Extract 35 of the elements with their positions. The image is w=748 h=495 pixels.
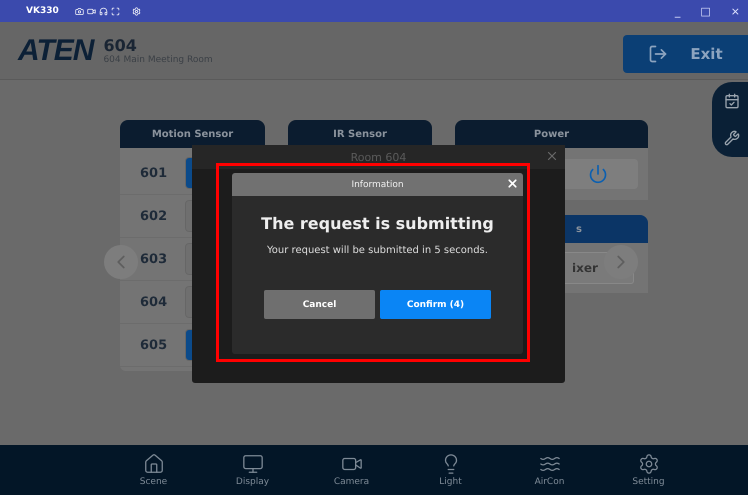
room-label: 604 xyxy=(140,294,168,310)
cancel-button[interactable]: Cancel xyxy=(264,290,375,319)
card-header: Power xyxy=(455,120,648,148)
close-icon[interactable] xyxy=(506,177,519,190)
nav-item[interactable]: AirCon xyxy=(500,445,599,495)
window-control[interactable]: □ xyxy=(700,4,711,18)
monitor-icon xyxy=(242,453,264,475)
nav-item[interactable]: Display xyxy=(203,445,302,495)
nav-item[interactable]: Light xyxy=(401,445,500,495)
room-label: 603 xyxy=(140,252,168,266)
exit-button[interactable]: Exit xyxy=(623,35,748,73)
exit-icon xyxy=(648,44,668,64)
dialog-message: Your request will be submitted in 5 seconds. xyxy=(267,245,488,256)
video-icon[interactable] xyxy=(86,6,96,16)
fullscreen-icon[interactable] xyxy=(110,6,120,16)
power-icon xyxy=(588,164,608,184)
card-header: Motion Sensor xyxy=(120,120,265,148)
home-icon xyxy=(142,453,164,475)
room-label: 602 xyxy=(140,208,168,224)
nav-item[interactable]: Setting xyxy=(599,445,698,495)
nav-item[interactable]: Camera xyxy=(302,445,401,495)
window-control[interactable]: _ xyxy=(674,4,680,18)
room-label: 605 xyxy=(140,338,168,352)
window-control[interactable]: × xyxy=(730,4,740,18)
nav-item[interactable]: Scene xyxy=(104,445,203,495)
dialog-title: Information xyxy=(351,180,404,190)
room-label: 601 xyxy=(140,166,168,180)
room-number: 604 xyxy=(103,36,138,55)
confirm-button[interactable]: Confirm (4) xyxy=(380,290,491,319)
headphones-icon[interactable] xyxy=(98,6,108,16)
calendar-icon[interactable] xyxy=(724,92,740,109)
camera-icon[interactable] xyxy=(74,6,84,16)
logo: ATEN xyxy=(18,34,94,68)
close-icon[interactable] xyxy=(545,149,559,163)
window-title: VK330 xyxy=(26,6,59,16)
